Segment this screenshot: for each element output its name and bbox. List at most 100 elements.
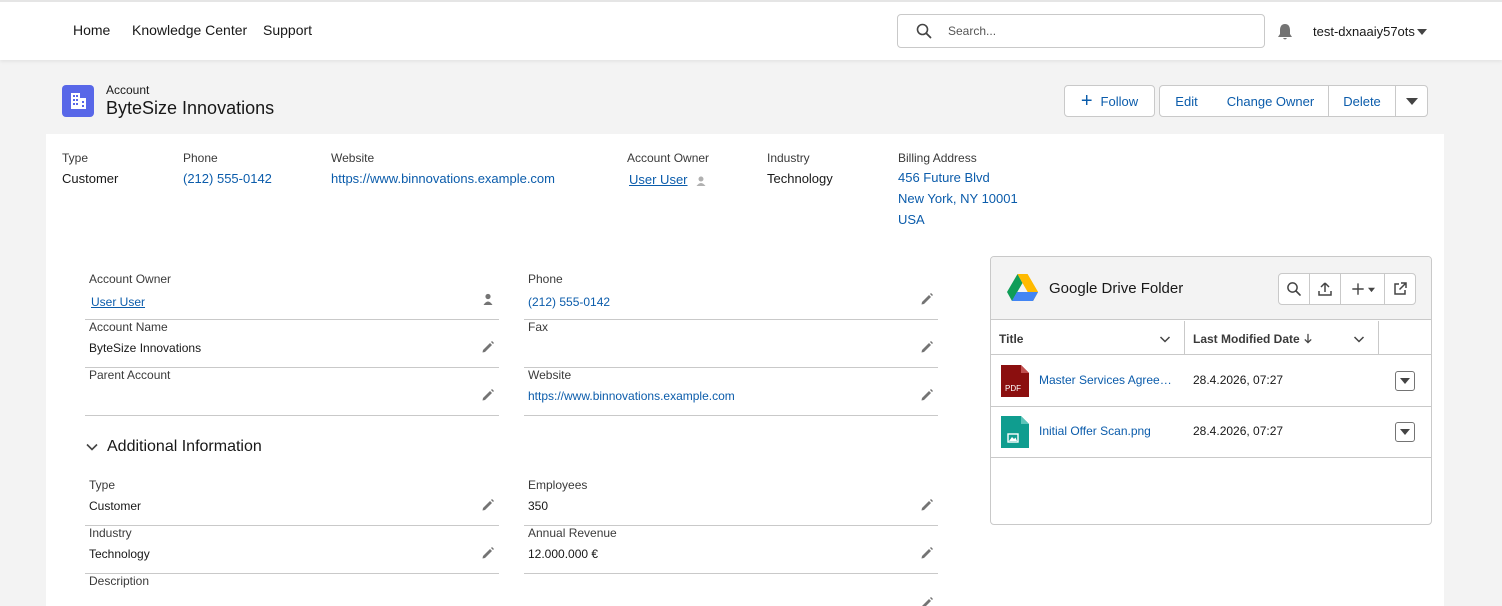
- change-owner-button[interactable]: Change Owner: [1213, 85, 1329, 117]
- pencil-icon[interactable]: [920, 388, 934, 402]
- row-actions-button[interactable]: [1395, 422, 1415, 442]
- follow-button[interactable]: + Follow: [1064, 85, 1155, 117]
- highlight-phone: Phone (212) 555-0142: [183, 151, 272, 186]
- column-header-actions: [1379, 321, 1431, 355]
- pencil-icon[interactable]: [920, 546, 934, 560]
- field-label: Type: [89, 478, 116, 492]
- column-label-wrap: Last Modified Date: [1193, 332, 1313, 346]
- column-label: Title: [999, 332, 1024, 346]
- highlight-website: Website https://www.binnovations.example…: [331, 151, 555, 186]
- column-label: Last Modified Date: [1193, 332, 1300, 346]
- field-label: Industry: [89, 526, 132, 540]
- owner-link[interactable]: User User: [629, 172, 688, 187]
- file-link[interactable]: Master Services Agreement.pdf: [1039, 373, 1173, 387]
- section-toggle-additional-info[interactable]: Additional Information: [85, 438, 262, 456]
- more-actions-button[interactable]: [1395, 85, 1428, 117]
- arrow-down-icon: [1304, 333, 1312, 344]
- field-label: Phone: [528, 272, 563, 286]
- field-fax: Fax: [524, 320, 938, 368]
- chevron-down-icon[interactable]: [1159, 333, 1171, 345]
- phone-link[interactable]: (212) 555-0142: [183, 171, 272, 186]
- notification-bell-icon[interactable]: [1275, 22, 1295, 42]
- google-drive-card: Google Drive Folder Title Last Modified …: [990, 256, 1432, 525]
- top-nav: Home Knowledge Center Support test-dxnaa…: [0, 0, 1502, 60]
- highlight-owner: Account Owner User User: [627, 151, 709, 187]
- drive-upload-button[interactable]: [1310, 274, 1341, 304]
- field-label: Type: [62, 151, 89, 165]
- field-label: Account Name: [89, 320, 168, 334]
- field-parent-account: Parent Account: [85, 368, 499, 416]
- pencil-icon[interactable]: [920, 340, 934, 354]
- edit-button[interactable]: Edit: [1159, 85, 1214, 117]
- pencil-icon[interactable]: [920, 596, 934, 606]
- field-label: Billing Address: [898, 151, 977, 165]
- pencil-icon[interactable]: [481, 388, 495, 402]
- field-label: Account Owner: [627, 151, 710, 165]
- image-file-icon: [1001, 416, 1029, 448]
- field-annual-revenue: Annual Revenue 12.000.000 €: [524, 526, 938, 574]
- search-input[interactable]: [948, 22, 1248, 40]
- chevron-down-icon: [86, 443, 98, 451]
- delete-button[interactable]: Delete: [1328, 85, 1396, 117]
- nav-knowledge-center[interactable]: Knowledge Center: [132, 22, 247, 38]
- nav-support[interactable]: Support: [263, 22, 312, 38]
- pencil-icon[interactable]: [481, 546, 495, 560]
- address-line: USA: [898, 212, 925, 227]
- field-employees: Employees 350: [524, 478, 938, 526]
- page-title: ByteSize Innovations: [106, 98, 275, 118]
- pencil-icon[interactable]: [920, 292, 934, 306]
- field-value: 350: [528, 499, 549, 513]
- website-link[interactable]: https://www.binnovations.example.com: [331, 171, 555, 186]
- chevron-down-icon: [1405, 97, 1418, 105]
- field-label: Employees: [528, 478, 588, 492]
- pdf-file-icon: PDF: [1001, 365, 1029, 397]
- file-link[interactable]: Initial Offer Scan.png: [1039, 424, 1173, 438]
- change-owner-icon[interactable]: [695, 175, 707, 187]
- field-value: Technology: [767, 171, 833, 186]
- website-link[interactable]: https://www.binnovations.example.com: [528, 389, 735, 403]
- chevron-down-icon: [1400, 429, 1410, 435]
- details-panel: Account Owner User User Account Name Byt…: [46, 240, 970, 606]
- building-icon: [71, 93, 86, 109]
- owner-link[interactable]: User User: [91, 295, 145, 309]
- chevron-down-icon[interactable]: [1417, 29, 1427, 35]
- field-label: Website: [528, 368, 572, 382]
- pencil-icon[interactable]: [920, 498, 934, 512]
- user-menu-label[interactable]: test-dxnaaiy57ots: [1313, 24, 1415, 39]
- field-label: Parent Account: [89, 368, 171, 382]
- drive-open-external-button[interactable]: [1385, 274, 1415, 304]
- field-label: Fax: [528, 320, 549, 334]
- row-actions-button[interactable]: [1395, 371, 1415, 391]
- plus-icon: +: [1080, 90, 1093, 112]
- search-icon: [916, 23, 932, 39]
- address-line: New York, NY 10001: [898, 191, 1018, 206]
- owner-value: User User: [627, 172, 709, 187]
- plus-icon: [1351, 283, 1364, 295]
- chevron-down-icon[interactable]: [1353, 333, 1365, 345]
- field-value: Customer: [62, 171, 119, 186]
- highlights-panel: Type Customer Phone (212) 555-0142 Websi…: [46, 134, 1444, 240]
- drive-add-menu-button[interactable]: [1341, 274, 1385, 304]
- field-label: Website: [331, 151, 375, 165]
- chevron-down-icon: [1367, 287, 1375, 292]
- nav-home[interactable]: Home: [73, 22, 110, 38]
- pencil-icon[interactable]: [481, 498, 495, 512]
- field-label: Description: [89, 574, 150, 588]
- highlight-industry: Industry Technology: [767, 151, 833, 186]
- highlight-billing-address: Billing Address 456 Future Blvd New York…: [898, 151, 1018, 230]
- field-description: Description: [85, 574, 499, 606]
- file-date: 28.4.2026, 07:27: [1193, 424, 1284, 438]
- field-label: Phone: [183, 151, 218, 165]
- field-phone: Phone (212) 555-0142: [524, 272, 938, 320]
- pencil-icon[interactable]: [481, 340, 495, 354]
- column-header-title[interactable]: Title: [991, 321, 1185, 355]
- drive-search-button[interactable]: [1279, 274, 1310, 304]
- chevron-down-icon: [1400, 378, 1410, 384]
- file-date: 28.4.2026, 07:27: [1193, 373, 1284, 387]
- change-owner-icon[interactable]: [481, 292, 495, 306]
- column-header-last-modified[interactable]: Last Modified Date: [1185, 321, 1379, 355]
- address-link[interactable]: 456 Future Blvd New York, NY 10001 USA: [898, 167, 1018, 230]
- card-title: Google Drive Folder: [1049, 280, 1184, 297]
- phone-link[interactable]: (212) 555-0142: [528, 295, 610, 309]
- field-value: ByteSize Innovations: [89, 341, 202, 355]
